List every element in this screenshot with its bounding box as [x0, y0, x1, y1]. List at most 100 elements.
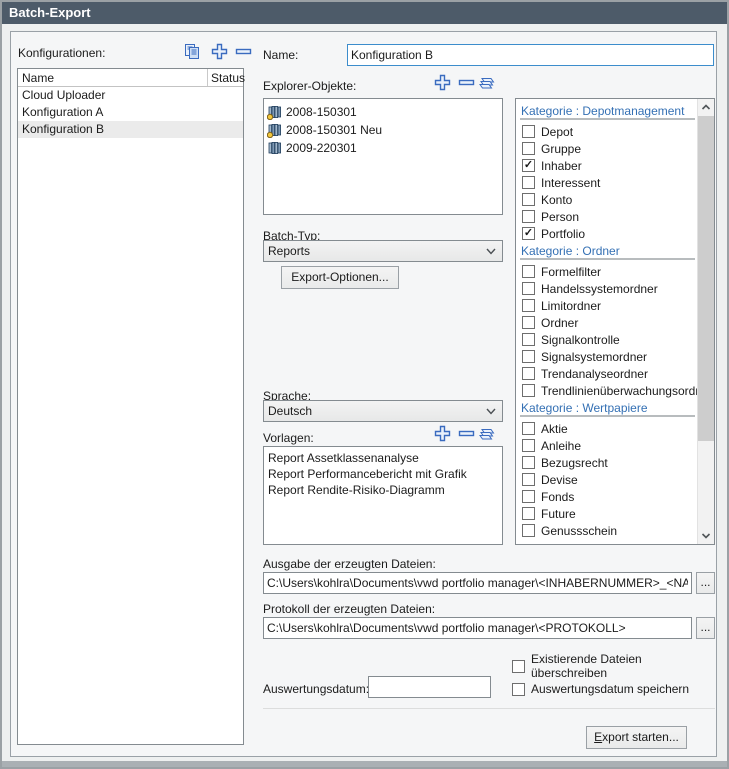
category-item[interactable]: ✓ Inhaber: [520, 157, 697, 174]
category-item[interactable]: Gruppe: [520, 140, 697, 157]
checkbox[interactable]: [522, 350, 535, 363]
checkbox[interactable]: [522, 176, 535, 189]
column-name[interactable]: Name: [18, 69, 207, 86]
checkbox[interactable]: ✓: [522, 227, 535, 240]
export-optionen-button[interactable]: Export-Optionen...: [281, 266, 399, 289]
scroll-up-button[interactable]: [698, 99, 714, 116]
checkbox-label: Future: [541, 507, 576, 521]
category-item[interactable]: Ordner: [520, 314, 697, 331]
category-item[interactable]: Future: [520, 505, 697, 522]
category-item[interactable]: Person: [520, 208, 697, 225]
category-item[interactable]: Genussschein: [520, 522, 697, 539]
checkbox[interactable]: [522, 490, 535, 503]
title-bar[interactable]: Batch-Export: [2, 2, 727, 24]
checkbox[interactable]: ✓: [522, 159, 535, 172]
checkbox[interactable]: [522, 456, 535, 469]
protokoll-browse-button[interactable]: ...: [696, 617, 715, 639]
batch-typ-select[interactable]: Reports: [263, 240, 503, 262]
checkbox[interactable]: [522, 210, 535, 223]
cascade-icon[interactable]: [478, 425, 498, 443]
category-item[interactable]: Anleihe: [520, 437, 697, 454]
checkbox[interactable]: [522, 125, 535, 138]
add-icon[interactable]: [211, 43, 231, 61]
category-item[interactable]: Fonds: [520, 488, 697, 505]
checkbox-label: Portfolio: [541, 227, 585, 241]
checkbox[interactable]: [522, 507, 535, 520]
config-row-name: Cloud Uploader: [18, 87, 207, 104]
scrollbar-thumb[interactable]: [698, 116, 714, 441]
checkbox[interactable]: [512, 660, 525, 673]
config-list: Name Status Cloud UploaderKonfiguration …: [17, 68, 244, 745]
checkbox[interactable]: [522, 524, 535, 537]
category-item[interactable]: Trendanalyseordner: [520, 365, 697, 382]
vorlagen-item[interactable]: Report Assetklassenanalyse: [264, 450, 502, 466]
vorlagen-item[interactable]: Report Rendite-Risiko-Diagramm: [264, 482, 502, 498]
category-item[interactable]: Trendlinienüberwachungsordner: [520, 382, 697, 399]
config-list-header[interactable]: Name Status: [18, 69, 243, 87]
config-row[interactable]: Cloud Uploader: [18, 87, 243, 104]
portfolio-icon: [267, 140, 283, 156]
checkbox-label: Auswertungsdatum speichern: [531, 682, 689, 696]
cascade-icon[interactable]: [478, 74, 498, 92]
vorlagen-item[interactable]: Report Performancebericht mit Grafik: [264, 466, 502, 482]
add-icon[interactable]: [434, 74, 454, 92]
ausgabe-path-input[interactable]: [263, 572, 692, 594]
checkbox[interactable]: [522, 265, 535, 278]
checkbox[interactable]: [522, 316, 535, 329]
konfigurationen-label: Konfigurationen:: [18, 46, 105, 60]
kategorien-scrollbar[interactable]: [697, 99, 714, 544]
category-item[interactable]: Signalsystemordner: [520, 348, 697, 365]
checkbox[interactable]: [522, 384, 535, 397]
category-item[interactable]: Depot: [520, 123, 697, 140]
overwrite-checkbox-row[interactable]: Existierende Dateien überschreiben: [510, 652, 716, 680]
window-bottom-edge: [2, 761, 727, 767]
remove-icon[interactable]: [458, 74, 478, 92]
checkbox[interactable]: [522, 333, 535, 346]
category-item[interactable]: Handelssystemordner: [520, 280, 697, 297]
config-row[interactable]: Konfiguration A: [18, 104, 243, 121]
category-item[interactable]: Devise: [520, 471, 697, 488]
checkbox[interactable]: [522, 299, 535, 312]
checkbox[interactable]: [522, 367, 535, 380]
name-input[interactable]: [347, 44, 714, 66]
add-icon[interactable]: [434, 425, 454, 443]
category-item[interactable]: ✓ Portfolio: [520, 225, 697, 242]
ausgabe-browse-button[interactable]: ...: [696, 572, 715, 594]
category-item[interactable]: Bezugsrecht: [520, 454, 697, 471]
category-item[interactable]: Signalkontrolle: [520, 331, 697, 348]
scroll-down-button[interactable]: [698, 527, 714, 544]
category-heading: Kategorie : Ordner: [520, 244, 695, 260]
checkbox-label: Inhaber: [541, 159, 582, 173]
checkbox-label: Trendanalyseordner: [541, 367, 648, 381]
portfolio-icon: [267, 104, 283, 120]
column-status[interactable]: Status: [207, 69, 243, 86]
protokoll-path-input[interactable]: [263, 617, 692, 639]
copy-icon[interactable]: [183, 43, 203, 61]
category-item[interactable]: Interessent: [520, 174, 697, 191]
explorer-item[interactable]: 2008-150301 Neu: [264, 121, 502, 139]
config-row-status: [207, 104, 243, 121]
export-starten-button[interactable]: Export starten...: [586, 726, 687, 749]
checkbox[interactable]: [522, 439, 535, 452]
checkbox[interactable]: [522, 473, 535, 486]
remove-icon[interactable]: [235, 43, 255, 61]
save-date-checkbox-row[interactable]: Auswertungsdatum speichern: [510, 682, 689, 696]
category-item[interactable]: Formelfilter: [520, 263, 697, 280]
config-row[interactable]: Konfiguration B: [18, 121, 243, 138]
protokoll-label: Protokoll der erzeugten Dateien:: [263, 602, 435, 616]
remove-icon[interactable]: [458, 425, 478, 443]
checkbox[interactable]: [522, 193, 535, 206]
explorer-item[interactable]: 2008-150301: [264, 103, 502, 121]
explorer-item[interactable]: 2009-220301: [264, 139, 502, 157]
category-item[interactable]: Limitordner: [520, 297, 697, 314]
checkbox[interactable]: [522, 422, 535, 435]
category-item[interactable]: Konto: [520, 191, 697, 208]
checkbox[interactable]: [512, 683, 525, 696]
checkbox[interactable]: [522, 142, 535, 155]
checkbox[interactable]: [522, 282, 535, 295]
batch-typ-value: Reports: [268, 244, 310, 258]
category-item[interactable]: Aktie: [520, 420, 697, 437]
auswertungsdatum-input[interactable]: [368, 676, 491, 698]
sprache-select[interactable]: Deutsch: [263, 400, 503, 422]
batch-export-dialog: Batch-Export Konfigurationen:: [0, 0, 729, 769]
